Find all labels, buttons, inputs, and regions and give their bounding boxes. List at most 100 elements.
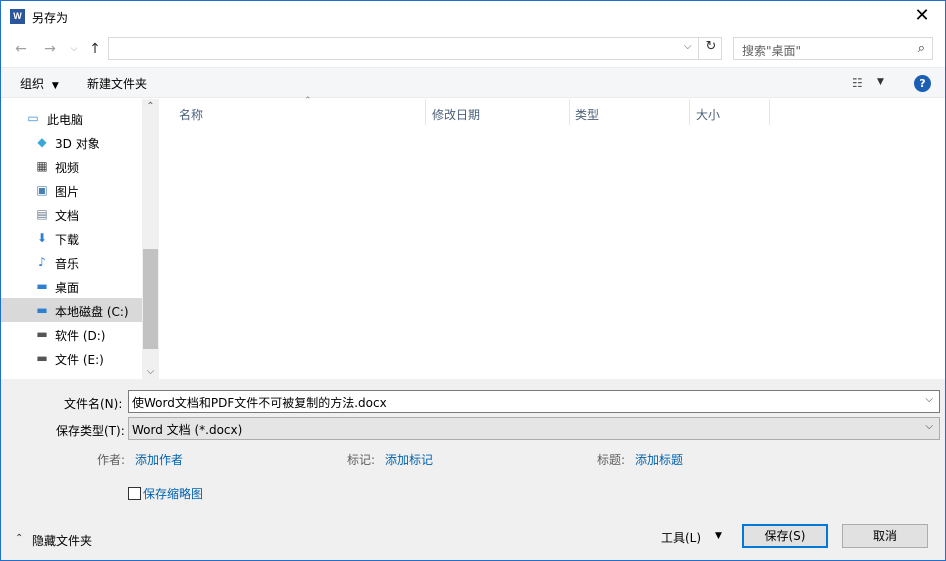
close-icon: ✕ xyxy=(914,5,930,26)
chevron-up-icon[interactable]: ⌃ xyxy=(15,533,23,544)
nav-item[interactable]: ▣ 图片 xyxy=(1,178,142,202)
nav-item-label: 软件 (D:) xyxy=(55,329,106,343)
nav-item[interactable]: ▤ 文档 xyxy=(1,202,142,226)
nav-item-label: 本地磁盘 (C:) xyxy=(55,305,129,319)
organize-label: 组织 xyxy=(20,77,45,91)
tags-field[interactable]: 添加标记 xyxy=(385,451,433,468)
arrow-up-icon: ↑ xyxy=(89,41,101,57)
drive-icon: ▬ xyxy=(36,327,48,341)
title-label: 标题: xyxy=(597,453,626,467)
file-list[interactable]: 名称 ⌃ 修改日期 类型 大小 xyxy=(159,96,945,379)
navigation-pane: ▭ 此电脑 ◆ 3D 对象 ▦ 视频 ▣ 图片 ▤ 文档 ⬇ 下载 ♪ 音乐 ▬ 桌面 ▬ 本地磁盘 (C:) ▬ 软… xyxy=(1,99,142,379)
address-dropdown-icon[interactable]: ⌵ xyxy=(684,41,692,52)
command-toolbar: 组织 ▼ 新建文件夹 ☷ ▼ ? xyxy=(1,67,945,98)
filetype-value: Word 文档 (*.docx) xyxy=(132,423,243,437)
nav-item-label: 视频 xyxy=(55,161,80,175)
search-icon: ⌕ xyxy=(917,41,925,56)
author-label: 作者: xyxy=(97,453,126,467)
nav-item[interactable]: ⬇ 下载 xyxy=(1,226,142,250)
filetype-select[interactable]: Word 文档 (*.docx) ⌵ xyxy=(128,417,940,440)
column-header-type[interactable]: 类型 xyxy=(565,99,690,125)
scroll-down-icon[interactable]: ⌵ xyxy=(142,366,159,377)
address-bar[interactable] xyxy=(108,37,722,60)
nav-item[interactable]: ▭ 此电脑 xyxy=(1,106,142,130)
title-field[interactable]: 添加标题 xyxy=(635,451,683,468)
filename-value: 使Word文档和PDF文件不可被复制的方法.docx xyxy=(132,396,387,410)
filetype-label: 保存类型(T): xyxy=(56,424,125,438)
caret-down-icon: ▼ xyxy=(51,81,59,91)
downloads-icon: ⬇ xyxy=(36,231,48,245)
column-name-label: 名称 xyxy=(179,108,204,122)
refresh-icon: ↻ xyxy=(705,39,717,54)
save-as-dialog: W 另存为 ✕ ← → ⌵ ↑ ⌵ ↻ 搜索"桌面" ⌕ 组织 ▼ 新建文件夹 … xyxy=(0,0,946,561)
column-type-label: 类型 xyxy=(575,108,600,122)
nav-item[interactable]: ▬ 文件 (E:) xyxy=(1,346,142,370)
save-thumbnail-label[interactable]: 保存缩略图 xyxy=(143,485,203,502)
search-input[interactable]: 搜索"桌面" ⌕ xyxy=(733,37,933,60)
nav-item-label: 文件 (E:) xyxy=(55,353,104,367)
nav-item-label: 3D 对象 xyxy=(55,137,100,151)
nav-item-label: 图片 xyxy=(55,185,80,199)
nav-item-label: 此电脑 xyxy=(47,113,84,127)
scroll-up-icon[interactable]: ⌃ xyxy=(142,101,159,112)
nav-item[interactable]: ▦ 视频 xyxy=(1,154,142,178)
chevron-down-icon: ⌵ xyxy=(925,421,933,432)
arrow-right-icon: → xyxy=(44,41,56,57)
help-icon[interactable]: ? xyxy=(914,75,931,92)
windows-drive-icon: ▬ xyxy=(36,303,48,317)
new-folder-button[interactable]: 新建文件夹 xyxy=(87,75,147,92)
chevron-down-icon: ⌵ xyxy=(70,44,78,54)
scroll-thumb[interactable] xyxy=(143,249,158,349)
documents-icon: ▤ xyxy=(36,207,48,221)
recent-locations-button[interactable]: ⌵ xyxy=(64,39,84,59)
nav-item-label: 桌面 xyxy=(55,281,80,295)
view-dropdown-icon[interactable]: ▼ xyxy=(877,77,884,87)
organize-button[interactable]: 组织 ▼ xyxy=(20,75,59,92)
nav-item-label: 音乐 xyxy=(55,257,80,271)
address-divider xyxy=(698,38,699,59)
nav-item-label: 下载 xyxy=(55,233,80,247)
arrow-left-icon: ← xyxy=(15,41,27,57)
tools-dropdown-icon[interactable]: ▼ xyxy=(715,531,722,541)
nav-item[interactable]: ▬ 本地磁盘 (C:) xyxy=(1,298,142,322)
title-bar: W 另存为 ✕ xyxy=(1,1,945,32)
drive-icon: ▬ xyxy=(36,351,48,365)
author-field[interactable]: 添加作者 xyxy=(135,451,183,468)
nav-item[interactable]: ▬ 软件 (D:) xyxy=(1,322,142,346)
hide-folders-button[interactable]: 隐藏文件夹 xyxy=(32,532,92,549)
column-header-modified[interactable]: 修改日期 xyxy=(422,99,570,125)
view-options-icon[interactable]: ☷ xyxy=(852,76,863,90)
filename-input[interactable]: 使Word文档和PDF文件不可被复制的方法.docx ⌵ xyxy=(128,390,940,413)
up-button[interactable]: ↑ xyxy=(85,39,105,59)
video-icon: ▦ xyxy=(36,159,48,173)
nav-item[interactable]: ▬ 桌面 xyxy=(1,274,142,298)
search-placeholder: 搜索"桌面" xyxy=(742,44,802,58)
save-thumbnail-checkbox[interactable] xyxy=(128,487,141,500)
computer-icon: ▭ xyxy=(27,111,39,125)
column-header-size[interactable]: 大小 xyxy=(686,99,770,125)
refresh-button[interactable]: ↻ xyxy=(703,39,719,54)
nav-item[interactable]: ◆ 3D 对象 xyxy=(1,130,142,154)
tools-button[interactable]: 工具(L) xyxy=(661,529,701,546)
save-options-panel: 文件名(N): 使Word文档和PDF文件不可被复制的方法.docx ⌵ 保存类… xyxy=(1,379,945,560)
cancel-button[interactable]: 取消 xyxy=(842,524,928,548)
save-button[interactable]: 保存(S) xyxy=(742,524,828,548)
nav-scrollbar[interactable]: ⌃ ⌵ xyxy=(142,99,159,379)
chevron-down-icon[interactable]: ⌵ xyxy=(925,394,933,405)
back-button[interactable]: ← xyxy=(11,39,31,59)
pictures-icon: ▣ xyxy=(36,183,48,197)
column-header-name[interactable]: 名称 ⌃ xyxy=(169,96,426,125)
tags-label: 标记: xyxy=(347,453,376,467)
forward-button[interactable]: → xyxy=(40,39,60,59)
sort-ascending-icon: ⌃ xyxy=(304,96,312,106)
word-app-icon: W xyxy=(10,9,25,24)
music-icon: ♪ xyxy=(38,255,46,269)
nav-item-label: 文档 xyxy=(55,209,80,223)
column-modified-label: 修改日期 xyxy=(432,108,481,122)
close-button[interactable]: ✕ xyxy=(899,1,945,32)
3d-objects-icon: ◆ xyxy=(37,135,47,149)
window-title: 另存为 xyxy=(32,11,69,25)
filename-label: 文件名(N): xyxy=(64,397,123,411)
nav-item[interactable]: ♪ 音乐 xyxy=(1,250,142,274)
desktop-icon: ▬ xyxy=(36,279,48,293)
